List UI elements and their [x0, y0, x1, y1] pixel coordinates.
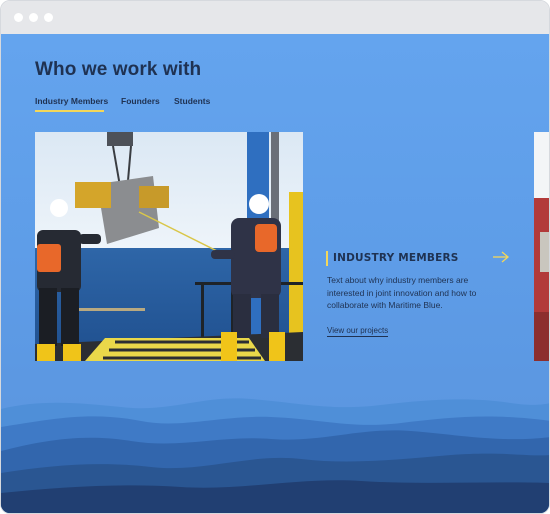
waves-decoration	[1, 398, 549, 513]
next-card-photo[interactable]	[534, 132, 549, 361]
window-dot-icon	[44, 13, 53, 22]
view-projects-link[interactable]: View our projects	[327, 326, 389, 337]
section-heading: Who we work with	[35, 59, 202, 80]
arrow-right-icon[interactable]	[491, 250, 511, 264]
title-accent-bar	[326, 251, 328, 266]
card-description: Text about why industry members are inte…	[327, 275, 477, 310]
browser-window: Who we work with Industry Members Founde…	[0, 0, 550, 514]
industry-members-photo	[35, 132, 303, 361]
window-titlebar	[1, 1, 549, 34]
card-title: INDUSTRY MEMBERS	[333, 252, 459, 264]
who-we-work-with-section: Who we work with Industry Members Founde…	[1, 34, 549, 513]
tab-founders[interactable]: Founders	[121, 96, 160, 106]
window-dot-icon	[14, 13, 23, 22]
window-dot-icon	[29, 13, 38, 22]
tab-industry-members[interactable]: Industry Members	[35, 96, 108, 106]
active-tab-underline	[35, 110, 104, 112]
tab-students[interactable]: Students	[174, 96, 210, 106]
